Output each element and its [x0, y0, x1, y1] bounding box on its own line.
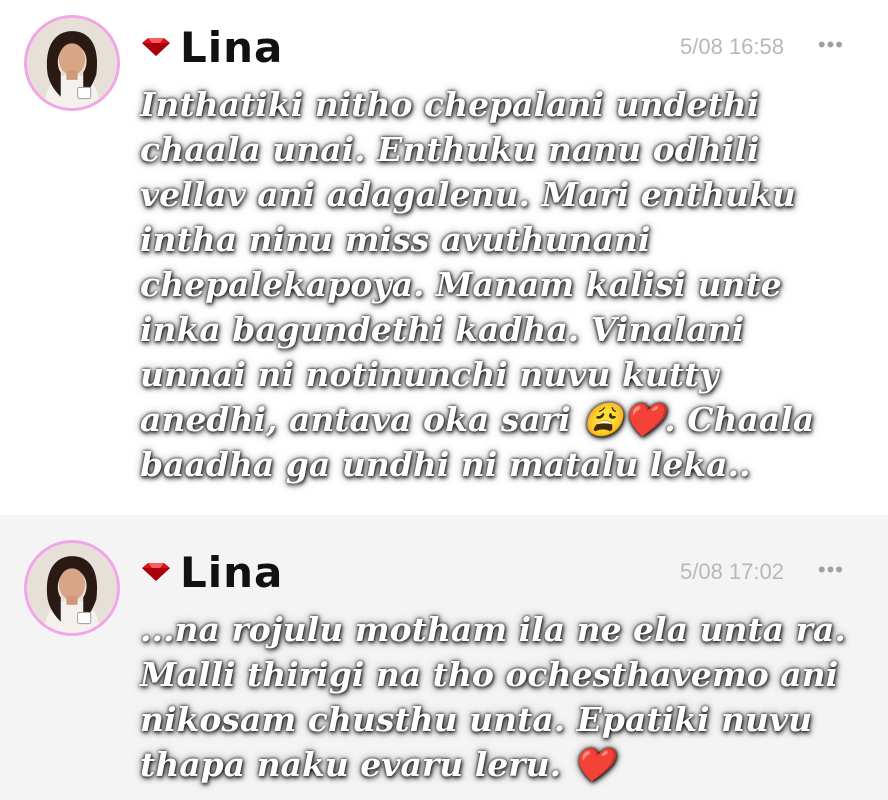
message-text: Inthatiki nitho chepalani undethi chaala… — [140, 85, 815, 484]
message-header: Lina — [140, 22, 283, 72]
ruby-gem-icon — [142, 38, 170, 56]
message-1: Lina 5/08 16:58 ••• Inthatiki nitho chep… — [0, 0, 888, 515]
username[interactable]: Lina — [180, 548, 283, 597]
message-text: ...na rojulu motham ila ne ela unta ra. … — [140, 610, 846, 784]
ruby-gem-icon — [142, 563, 170, 581]
timestamp: 5/08 17:02 — [680, 559, 784, 584]
avatar-photo — [27, 543, 117, 633]
timestamp: 5/08 16:58 — [680, 34, 784, 59]
message-header: Lina — [140, 547, 283, 597]
user-avatar[interactable] — [24, 540, 120, 636]
avatar-photo — [27, 18, 117, 108]
more-options-icon[interactable]: ••• — [818, 557, 844, 583]
username[interactable]: Lina — [180, 23, 283, 72]
user-avatar[interactable] — [24, 15, 120, 111]
more-options-icon[interactable]: ••• — [818, 32, 844, 58]
